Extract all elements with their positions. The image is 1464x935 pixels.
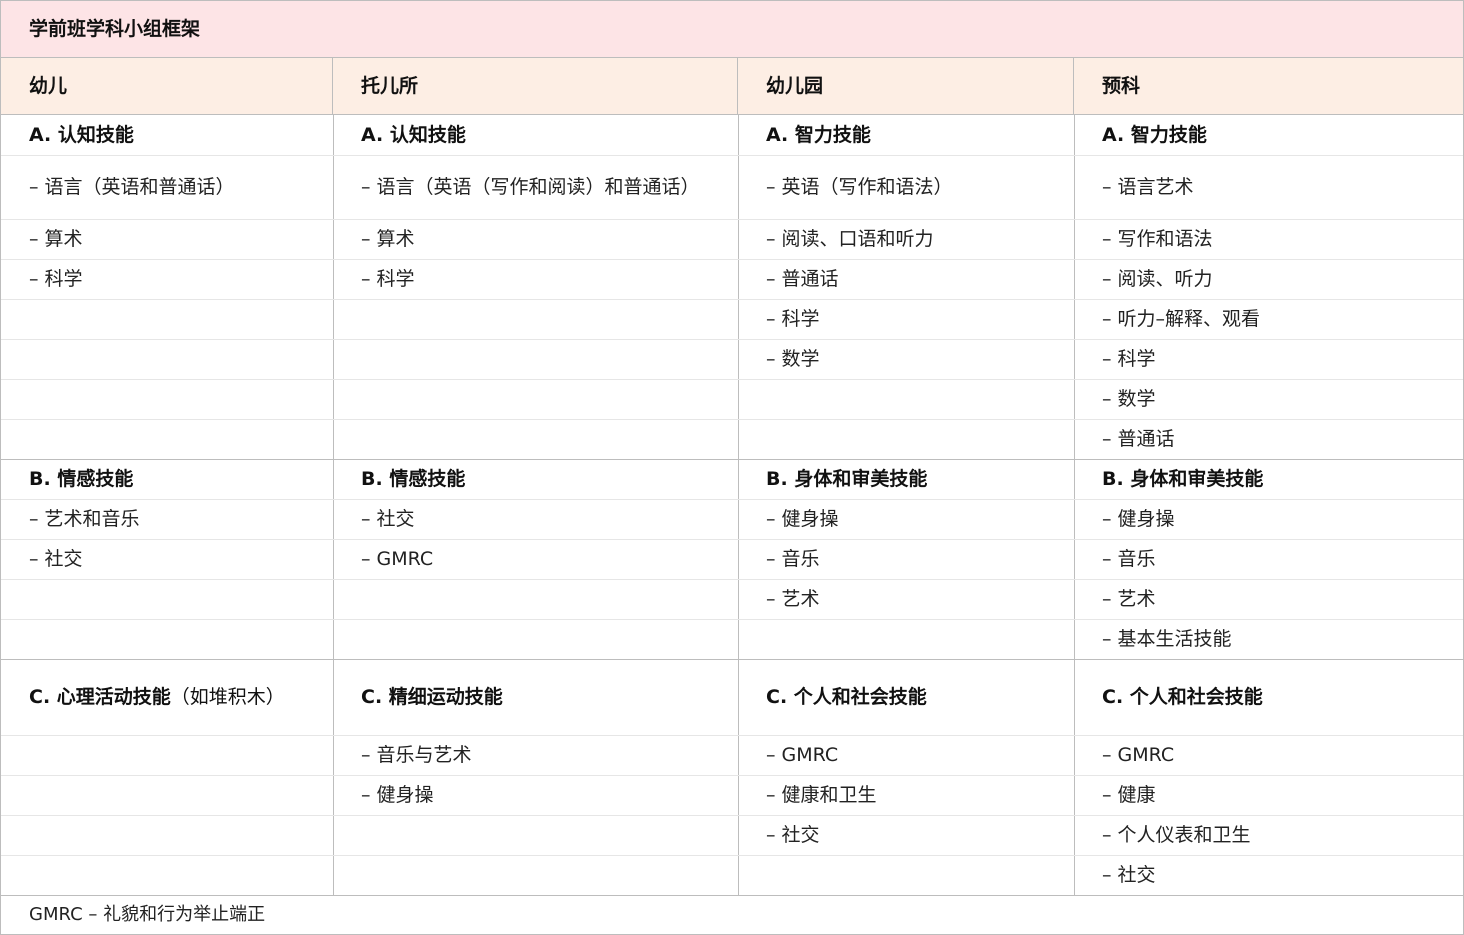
footnote: GMRC – 礼貌和行为举止端正: [29, 904, 266, 925]
list-item: – 健身操: [361, 784, 434, 806]
list-item: – 健身操: [1102, 508, 1175, 530]
list-item: – 基本生活技能: [1102, 628, 1232, 650]
list-item: – 音乐: [766, 548, 820, 570]
row-divider: [1, 579, 1463, 580]
section-c-heading-infant: C. 心理活动技能（如堆积木）: [29, 685, 285, 709]
section-a-heading-kindergarten: A. 智力技能: [766, 124, 871, 146]
section-a-heading-infant: A. 认知技能: [29, 124, 134, 146]
section-b-heading-preparatory: B. 身体和审美技能: [1102, 468, 1264, 490]
list-item: – 音乐与艺术: [361, 744, 472, 766]
list-item: – 社交: [1102, 864, 1156, 886]
section-c-heading-preparatory: C. 个人和社会技能: [1102, 686, 1263, 708]
list-item: – 听力–解释、观看: [1102, 308, 1261, 330]
section-c-heading-kindergarten: C. 个人和社会技能: [766, 686, 927, 708]
row-divider: [1, 775, 1463, 776]
column-header-nursery: 托儿所: [333, 58, 738, 114]
list-item: – 写作和语法: [1102, 228, 1213, 250]
list-item: – 社交: [361, 508, 415, 530]
list-item: – 艺术: [766, 588, 820, 610]
list-item: – 数学: [1102, 388, 1156, 410]
column-header-row: 幼儿 托儿所 幼儿园 预科: [1, 58, 1463, 115]
list-item: – 科学: [361, 268, 415, 290]
list-item: – 语言（英语（写作和阅读）和普通话）: [361, 176, 700, 198]
section-divider: [1, 659, 1463, 660]
row-divider: [1, 299, 1463, 300]
list-item: – 艺术: [1102, 588, 1156, 610]
section-c-heading-infant-title: C. 心理活动技能: [29, 686, 171, 708]
list-item: – 数学: [766, 348, 820, 370]
list-item: – 阅读、听力: [1102, 268, 1213, 290]
section-a-heading-nursery: A. 认知技能: [361, 124, 466, 146]
list-item: – 语言（英语和普通话）: [29, 176, 235, 198]
list-item: – 阅读、口语和听力: [766, 228, 934, 250]
column-header-preparatory: 预科: [1102, 75, 1141, 97]
row-divider: [1, 619, 1463, 620]
list-item: – GMRC: [766, 744, 839, 766]
list-item: – 艺术和音乐: [29, 508, 140, 530]
section-b-heading-kindergarten: B. 身体和审美技能: [766, 468, 928, 490]
table-title: 学前班学科小组框架: [29, 18, 201, 40]
list-item: – 科学: [29, 268, 83, 290]
list-item: – 健身操: [766, 508, 839, 530]
section-c-heading-nursery: C. 精细运动技能: [361, 686, 503, 708]
row-divider: [1, 735, 1463, 736]
section-b-heading-infant: B. 情感技能: [29, 468, 134, 490]
list-item: – 个人仪表和卫生: [1102, 824, 1251, 846]
section-a-heading-preparatory: A. 智力技能: [1102, 124, 1207, 146]
table-title-bar: 学前班学科小组框架: [1, 1, 1463, 58]
list-item: – 科学: [1102, 348, 1156, 370]
column-divider: [1074, 115, 1075, 895]
row-divider: [1, 499, 1463, 500]
list-item: – 健康: [1102, 784, 1156, 806]
list-item: – 算术: [29, 228, 83, 250]
list-item: – 普通话: [766, 268, 839, 290]
list-item: – 社交: [766, 824, 820, 846]
section-b-heading-nursery: B. 情感技能: [361, 468, 466, 490]
list-item: – 科学: [766, 308, 820, 330]
row-divider: [1, 155, 1463, 156]
row-divider: [1, 379, 1463, 380]
list-item: – 英语（写作和语法）: [766, 176, 953, 198]
row-divider: [1, 815, 1463, 816]
curriculum-table: 学前班学科小组框架 幼儿 托儿所 幼儿园 预科 A. 认知技能 – 语言（英语和…: [0, 0, 1464, 935]
row-divider: [1, 259, 1463, 260]
list-item: – 语言艺术: [1102, 176, 1194, 198]
list-item: – 社交: [29, 548, 83, 570]
section-divider: [1, 459, 1463, 460]
column-divider: [738, 115, 739, 895]
list-item: – GMRC: [361, 548, 434, 570]
row-divider: [1, 219, 1463, 220]
list-item: – 健康和卫生: [766, 784, 877, 806]
section-c-heading-note: （如堆积木）: [170, 686, 285, 708]
list-item: – 音乐: [1102, 548, 1156, 570]
row-divider: [1, 855, 1463, 856]
list-item: – 算术: [361, 228, 415, 250]
column-divider: [333, 115, 334, 895]
row-divider: [1, 419, 1463, 420]
row-divider: [1, 339, 1463, 340]
list-item: – GMRC: [1102, 744, 1175, 766]
list-item: – 普通话: [1102, 428, 1175, 450]
row-divider: [1, 539, 1463, 540]
column-header-infant: 幼儿: [1, 58, 333, 114]
column-header-kindergarten: 幼儿园: [738, 58, 1074, 114]
footer-divider: [1, 895, 1463, 896]
